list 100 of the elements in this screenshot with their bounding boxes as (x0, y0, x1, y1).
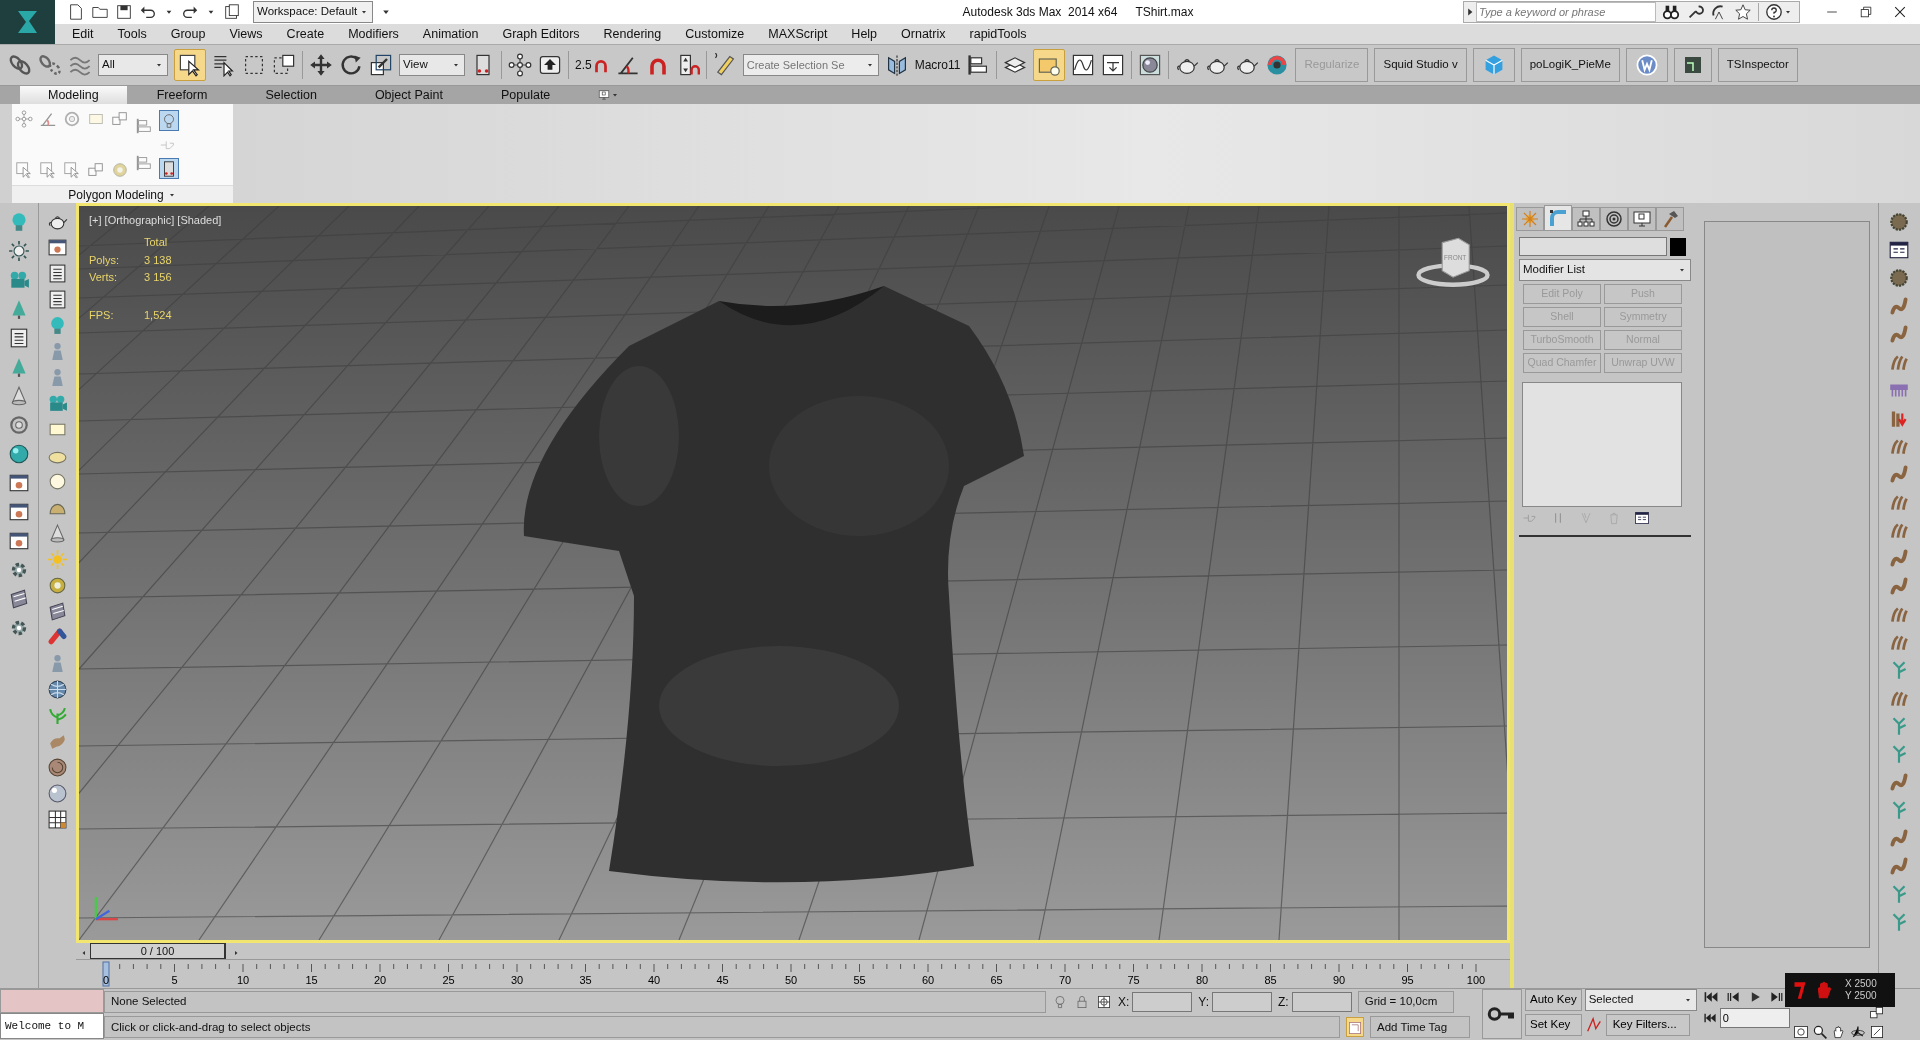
save-icon[interactable] (115, 3, 133, 21)
project-folder-icon[interactable] (223, 3, 241, 21)
orbit-icon[interactable] (1849, 1024, 1866, 1040)
menu-item[interactable]: Modifiers (336, 24, 411, 44)
hairball-icon[interactable] (1887, 211, 1910, 233)
toolbar-button[interactable]: TSInspector (1717, 48, 1798, 82)
striped-block-icon[interactable] (47, 601, 68, 622)
listener-field[interactable] (0, 989, 104, 1013)
lock-icon[interactable] (1074, 993, 1090, 1010)
coordinate-field[interactable] (1132, 991, 1193, 1012)
key-filters-button[interactable]: Key Filters... (1605, 1014, 1690, 1036)
workspace-dropdown[interactable]: Workspace: Default (253, 1, 373, 23)
macro-label[interactable]: Macro11 (914, 56, 961, 74)
shell-icon[interactable] (47, 757, 68, 778)
circled-letter-icon[interactable] (1634, 53, 1659, 77)
current-frame-marker[interactable] (102, 961, 110, 987)
key-mode-dropdown[interactable]: Selected (1584, 989, 1697, 1011)
window-icon[interactable] (8, 472, 30, 494)
menu-item[interactable]: Help (839, 24, 890, 44)
camera-icon[interactable] (47, 393, 68, 414)
close-icon[interactable] (1892, 4, 1908, 20)
color-swatch[interactable] (1670, 237, 1686, 256)
menu-item[interactable]: Views (217, 24, 275, 44)
bulb-outline-icon[interactable] (1052, 993, 1068, 1010)
circle-icon[interactable] (47, 471, 68, 492)
viewport-label[interactable]: [+] [Orthographic] [Shaded] (89, 212, 222, 229)
window-icon[interactable] (47, 237, 68, 258)
frame-field[interactable]: 0 (1719, 1008, 1790, 1028)
hairball-icon[interactable] (1887, 267, 1910, 289)
time-config-icon[interactable] (1792, 1024, 1809, 1040)
search-field[interactable]: Type a keyword or phrase (1476, 2, 1656, 22)
list-icon[interactable] (8, 327, 30, 349)
crossing-select-icon[interactable] (272, 53, 296, 77)
list-icon[interactable] (47, 263, 68, 284)
pencil-icon[interactable] (712, 53, 737, 77)
help-icon[interactable] (1765, 3, 1783, 21)
maximize-icon[interactable] (1868, 1024, 1885, 1040)
magnifier-icon[interactable] (1811, 1024, 1828, 1040)
rotate-icon[interactable] (339, 53, 363, 77)
menu-item[interactable]: rapidTools (957, 24, 1039, 44)
camera-icon[interactable] (8, 269, 30, 291)
skip-back-icon[interactable] (1702, 989, 1719, 1005)
skip-back-icon[interactable] (1702, 1011, 1717, 1025)
ribbon-tab[interactable]: Freeform (128, 86, 236, 104)
configure-icon[interactable] (1634, 510, 1650, 526)
command-tab[interactable] (1628, 207, 1656, 231)
add-time-tag[interactable]: Add Time Tag (1370, 1016, 1470, 1039)
selection-filter-dropdown[interactable]: All (98, 54, 168, 76)
dashed-rectangle-icon[interactable] (242, 53, 266, 77)
menu-item[interactable]: MAXScript (756, 24, 840, 44)
globe-icon[interactable] (47, 679, 68, 700)
menu-item[interactable]: Tools (105, 24, 159, 44)
list-icon[interactable] (47, 289, 68, 310)
auto-key-button[interactable]: Auto Key (1525, 989, 1582, 1011)
named-selection-dropdown[interactable]: Create Selection Se (742, 54, 879, 76)
list-cursor-icon[interactable] (212, 53, 236, 77)
key-curve-icon[interactable] (1584, 1016, 1603, 1034)
grid-icon[interactable] (47, 809, 68, 830)
command-tab[interactable] (1572, 207, 1600, 231)
command-tab[interactable] (1600, 207, 1628, 231)
star-icon[interactable] (1734, 3, 1752, 21)
ring-icon[interactable] (8, 414, 30, 436)
schematic-icon[interactable] (1101, 53, 1126, 77)
toolbar-button[interactable]: poLogiK_PieMe (1520, 48, 1620, 82)
toolbar-button[interactable]: Squid Studio v (1374, 48, 1467, 82)
broken-chain-icon[interactable] (38, 53, 62, 77)
set-key-button[interactable] (1482, 989, 1522, 1039)
binoculars-icon[interactable] (1662, 3, 1680, 21)
app-logo[interactable] (0, 0, 55, 44)
striped-block-icon[interactable] (8, 588, 30, 610)
scale-icon[interactable] (369, 53, 393, 77)
menu-item[interactable]: Customize (673, 24, 757, 44)
coordinate-field[interactable] (1291, 991, 1352, 1012)
panel-icon[interactable] (1682, 55, 1703, 75)
name-field[interactable] (1519, 237, 1667, 256)
wrench-icon[interactable] (1686, 3, 1704, 21)
menu-item[interactable]: Animation (410, 24, 491, 44)
menu-item[interactable]: Graph Editors (490, 24, 592, 44)
menu-item[interactable]: Rendering (591, 24, 674, 44)
step-forward-icon[interactable] (1768, 989, 1785, 1005)
move-icon[interactable] (309, 53, 333, 77)
ribbon-tab[interactable]: Populate (472, 86, 579, 104)
ribbon-tab[interactable]: Selection (237, 86, 345, 104)
sun-icon[interactable] (8, 240, 30, 262)
window-icon[interactable] (8, 501, 30, 523)
node-graph-icon[interactable] (15, 110, 33, 128)
reference-coordinate-dropdown[interactable]: View (399, 54, 465, 76)
upload-icon[interactable] (538, 53, 562, 77)
configure-icon[interactable] (1887, 239, 1910, 261)
target-icon[interactable] (1096, 993, 1112, 1010)
listener-output[interactable]: Welcome to M (0, 1013, 104, 1039)
monitor-icon[interactable] (598, 89, 611, 101)
menu-item[interactable]: Edit (60, 24, 106, 44)
menu-item[interactable]: Group (158, 24, 218, 44)
named-selection-field[interactable]: Create Selection Se (746, 56, 865, 74)
coordinate-field[interactable] (1212, 991, 1273, 1012)
chain-link-icon[interactable] (8, 53, 32, 77)
menu-item[interactable]: Ornatrix (889, 24, 958, 44)
disc-icon[interactable] (47, 575, 68, 596)
menu-item[interactable]: Create (274, 24, 337, 44)
